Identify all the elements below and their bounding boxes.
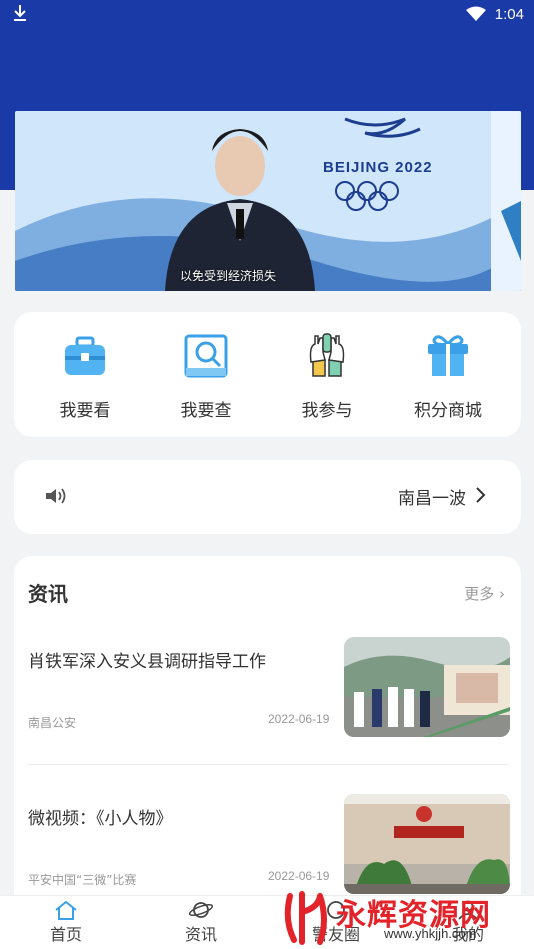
wifi-icon (466, 6, 486, 26)
banner-brand-text: BEIJING 2022 (323, 159, 433, 176)
banner-caption: 以免受到经济损失 (180, 269, 277, 283)
banner-carousel[interactable]: BEIJING 2022 以免受到经济损失 (15, 111, 521, 291)
news-heading: 资讯 (28, 582, 68, 606)
tab-label: 资讯 (184, 925, 217, 944)
gift-icon (422, 330, 474, 382)
news-item[interactable]: 肖铁军深入安义县调研指导工作 南昌公安 2022-06-19 (28, 637, 510, 737)
news-thumbnail (344, 637, 510, 737)
quick-action-label: 我要查 (180, 401, 232, 421)
tab-label: 首页 (49, 925, 82, 944)
news-title: 肖铁军深入安义县调研指导工作 (28, 652, 266, 672)
notice-bar[interactable]: 南昌一波 (14, 460, 521, 534)
banner-image (15, 111, 521, 291)
quick-action-label: 我要看 (59, 401, 111, 421)
watermark-url: www.yhkjjh.com (384, 926, 477, 941)
more-label: 更多 (464, 585, 495, 603)
watermark: 永辉资源网 www.yhkjjh.com (284, 888, 534, 949)
chevron-right-icon: › (494, 585, 505, 603)
quick-action-label: 积分商城 (414, 401, 482, 421)
news-thumbnail (344, 794, 510, 894)
news-date: 2022-06-19 (268, 712, 330, 726)
raised-hands-icon (301, 330, 353, 382)
news-item[interactable]: 微视频：《小人物》 平安中国“三微”比赛 2022-06-19 (28, 794, 510, 894)
news-source: 平安中国“三微”比赛 (28, 873, 137, 887)
notice-text: 南昌一波 (398, 489, 466, 509)
news-source: 南昌公安 (28, 716, 77, 730)
news-title: 微视频：《小人物》 (28, 809, 173, 829)
quick-action-query[interactable]: 我要查 (156, 330, 256, 421)
speaker-icon (44, 486, 68, 510)
divider (28, 764, 508, 765)
tab-home[interactable]: 首页 (26, 900, 106, 945)
quick-action-points-mall[interactable]: 积分商城 (398, 330, 498, 421)
news-more-link[interactable]: 更多 › (464, 583, 505, 604)
tab-news[interactable]: 资讯 (161, 900, 241, 945)
quick-action-watch[interactable]: 我要看 (35, 330, 135, 421)
search-doc-icon (180, 330, 232, 382)
quick-action-label: 我参与 (301, 401, 353, 421)
home-icon (53, 900, 79, 920)
download-icon (12, 4, 28, 26)
quick-actions-card: 我要看 我要查 我参与 积分商城 (14, 312, 521, 437)
planet-icon (188, 900, 214, 920)
clock: 1:04 (494, 6, 524, 23)
quick-action-participate[interactable]: 我参与 (277, 330, 377, 421)
chevron-right-icon (475, 486, 487, 508)
briefcase-icon (59, 330, 111, 382)
status-bar: 1:04 (0, 0, 534, 30)
news-date: 2022-06-19 (268, 869, 330, 883)
watermark-logo-icon (284, 891, 327, 945)
